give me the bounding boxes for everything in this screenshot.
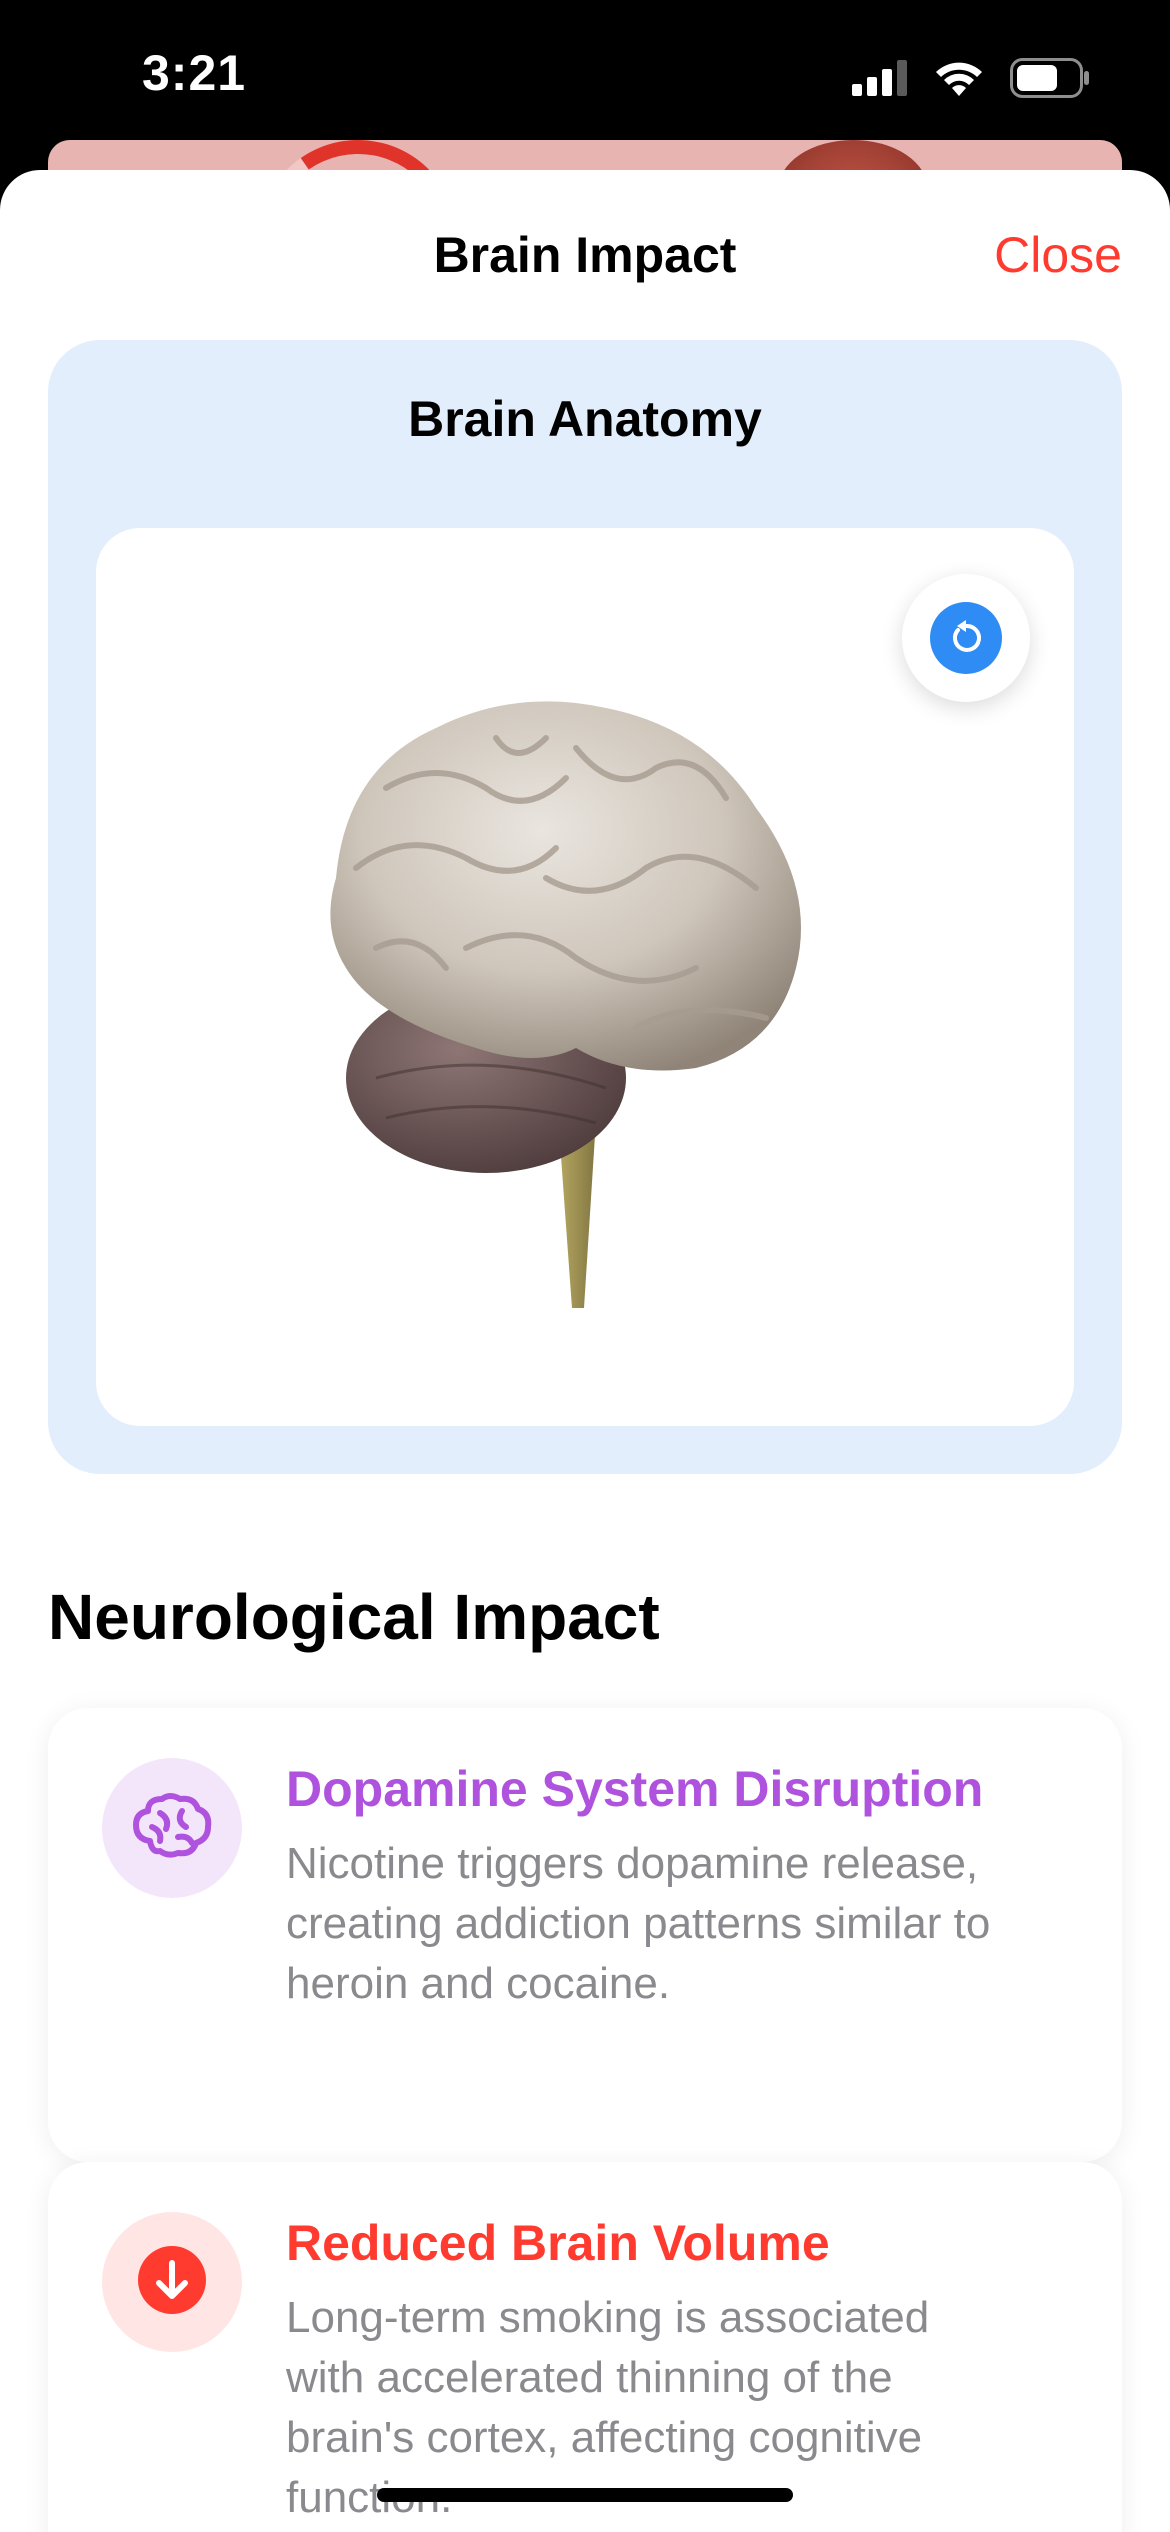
brain-icon [130, 1791, 214, 1866]
home-indicator[interactable] [377, 2488, 793, 2502]
close-button[interactable]: Close [994, 226, 1122, 284]
cellular-signal-icon [852, 60, 908, 96]
impact-title: Dopamine System Disruption [286, 1761, 984, 1817]
impact-card-dopamine: Dopamine System Disruption Nicotine trig… [48, 1708, 1122, 2162]
impact-icon-circle [102, 1758, 242, 1898]
arrow-down-circle-icon [137, 2245, 207, 2320]
impact-title: Reduced Brain Volume [286, 2215, 830, 2271]
status-icons [852, 56, 1090, 100]
reset-view-button[interactable] [902, 574, 1030, 702]
section-heading: Neurological Impact [48, 1581, 660, 1653]
status-bar: 3:21 [0, 0, 1170, 150]
status-time: 3:21 [142, 45, 247, 101]
brain-3d-model[interactable] [316, 648, 856, 1328]
wifi-icon [934, 60, 984, 96]
3d-brain-viewer[interactable] [96, 528, 1074, 1426]
impact-icon-circle [102, 2212, 242, 2352]
brain-impact-sheet: Brain Impact Close Brain Anatomy Neurolo… [0, 170, 1170, 2532]
anatomy-title: Brain Anatomy [408, 391, 762, 447]
brain-anatomy-card: Brain Anatomy [48, 340, 1122, 1474]
impact-description: Nicotine triggers dopamine release, crea… [286, 1839, 991, 2008]
rotate-reset-icon [930, 602, 1002, 674]
impact-card-brain-volume: Reduced Brain Volume Long-term smoking i… [48, 2162, 1122, 2532]
battery-icon [1010, 58, 1090, 98]
